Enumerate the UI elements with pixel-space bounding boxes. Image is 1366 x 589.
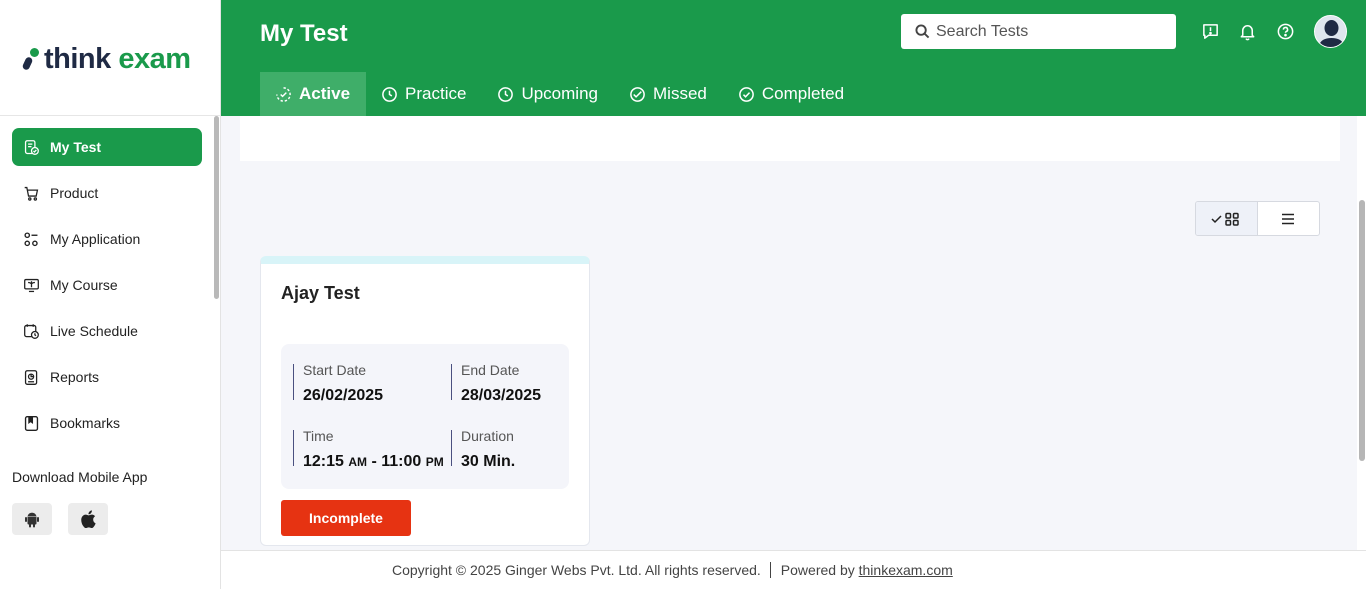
test-icon <box>24 139 39 155</box>
check-circle-icon <box>738 86 754 102</box>
logo-text-exam: exam <box>118 42 191 75</box>
help-icon[interactable] <box>1276 22 1295 41</box>
sidebar-item-product[interactable]: Product <box>12 174 202 212</box>
sidebar-nav: My Test Product My Application My Course… <box>12 128 202 450</box>
bell-icon[interactable] <box>1238 22 1257 41</box>
sidebar-item-label: My Test <box>50 139 102 155</box>
time-start: 12:15 <box>303 453 344 470</box>
filter-panel <box>240 116 1340 161</box>
end-date-value: 28/03/2025 <box>461 387 542 404</box>
reports-icon <box>24 369 38 385</box>
page-title: My Test <box>260 20 348 47</box>
end-date-label: End Date <box>461 362 520 378</box>
sidebar-item-my-application[interactable]: My Application <box>12 220 202 258</box>
sidebar-item-label: Product <box>50 185 99 201</box>
sidebar-item-my-course[interactable]: My Course <box>12 266 202 304</box>
main-content: Ajay Test Start Date 26/02/2025 End Date… <box>221 116 1357 550</box>
sidebar-item-my-test[interactable]: My Test <box>12 128 202 166</box>
feedback-icon[interactable] <box>1201 22 1220 41</box>
start-date-value: 26/02/2025 <box>303 387 384 404</box>
list-icon <box>1282 213 1295 224</box>
sidebar-item-live-schedule[interactable]: Live Schedule <box>12 312 202 350</box>
schedule-icon <box>24 323 39 339</box>
start-date: Start Date 26/02/2025 <box>293 362 383 404</box>
bookmark-icon <box>24 415 39 431</box>
duration-label: Duration <box>461 428 514 444</box>
tab-label: Completed <box>761 84 845 103</box>
avatar[interactable] <box>1314 15 1347 48</box>
android-icon <box>25 512 39 527</box>
android-app-button[interactable] <box>12 503 52 535</box>
tab-label: Active <box>299 84 351 103</box>
sidebar-item-label: My Application <box>50 231 141 247</box>
tab-upcoming[interactable]: Upcoming <box>482 72 614 116</box>
tab-label: Missed <box>653 84 707 103</box>
sidebar-item-label: Bookmarks <box>50 415 121 431</box>
logo-text-think: think <box>44 42 111 75</box>
sidebar-item-label: Reports <box>50 369 100 385</box>
sidebar: think exam My Test Product My Applicatio… <box>0 0 221 589</box>
sidebar-item-label: My Course <box>50 277 118 293</box>
time-start-ampm: AM <box>348 455 368 469</box>
tab-missed[interactable]: Missed <box>614 72 723 116</box>
search-input[interactable] <box>936 22 1166 41</box>
missed-icon <box>630 86 645 102</box>
apps-icon <box>24 231 38 246</box>
test-title: Ajay Test <box>281 283 360 303</box>
incomplete-button[interactable]: Incomplete <box>281 500 411 536</box>
tab-completed[interactable]: Completed <box>723 72 860 116</box>
list-view-button[interactable] <box>1258 202 1320 235</box>
time-end-ampm: PM <box>425 455 444 469</box>
tab-label: Practice <box>405 84 467 103</box>
time-separator: - <box>367 453 382 470</box>
clock-icon <box>382 86 397 102</box>
powered-by-label: Powered by <box>780 562 855 578</box>
test-tabs: Active Practice Upcoming Missed Complete… <box>260 72 860 116</box>
end-date: End Date 28/03/2025 <box>451 362 541 404</box>
duration-value: 30 Min. <box>461 453 516 470</box>
powered-by: Powered by thinkexam.com <box>781 562 953 578</box>
time: Time 12:15 AM - 11:00 PM <box>293 428 444 470</box>
view-toggle <box>1195 201 1320 236</box>
sidebar-item-label: Live Schedule <box>50 323 138 339</box>
sidebar-divider <box>0 115 220 116</box>
search-icon <box>915 24 930 39</box>
download-app-title: Download Mobile App <box>12 469 148 485</box>
sidebar-item-reports[interactable]: Reports <box>12 358 202 396</box>
logo[interactable]: think exam <box>21 42 191 76</box>
duration: Duration 30 Min. <box>451 428 515 470</box>
search-box[interactable] <box>901 14 1176 49</box>
time-end: 11:00 <box>381 453 422 470</box>
time-label: Time <box>303 428 334 444</box>
sidebar-item-bookmarks[interactable]: Bookmarks <box>12 404 202 442</box>
grid-view-button[interactable] <box>1196 202 1258 235</box>
test-info-box: Start Date 26/02/2025 End Date 28/03/202… <box>281 344 569 489</box>
thinkexam-link[interactable]: thinkexam.com <box>859 562 953 578</box>
tab-active[interactable]: Active <box>260 72 367 116</box>
check-grid-icon <box>1211 212 1239 226</box>
main-scrollbar[interactable] <box>1359 200 1365 461</box>
time-value: 12:15 AM - 11:00 PM <box>303 453 444 471</box>
apple-app-button[interactable] <box>68 503 108 535</box>
test-card[interactable]: Ajay Test Start Date 26/02/2025 End Date… <box>260 256 590 546</box>
course-icon <box>24 278 39 292</box>
logo-mark-icon <box>21 45 42 73</box>
copyright-text: Copyright © 2025 Ginger Webs Pvt. Ltd. A… <box>392 562 771 578</box>
footer: Copyright © 2025 Ginger Webs Pvt. Ltd. A… <box>221 550 1366 589</box>
active-icon <box>276 86 291 102</box>
start-date-label: Start Date <box>303 362 367 378</box>
apple-icon <box>81 510 96 528</box>
cart-icon <box>24 186 39 201</box>
sidebar-scrollbar[interactable] <box>214 116 219 299</box>
header: My Test Active Practice Upcoming <box>221 0 1366 116</box>
clock-icon <box>498 86 514 102</box>
user-avatar-icon <box>1315 16 1346 47</box>
tab-label: Upcoming <box>521 84 598 103</box>
app: think exam My Test Product My Applicatio… <box>0 0 1366 589</box>
tab-practice[interactable]: Practice <box>366 72 482 116</box>
